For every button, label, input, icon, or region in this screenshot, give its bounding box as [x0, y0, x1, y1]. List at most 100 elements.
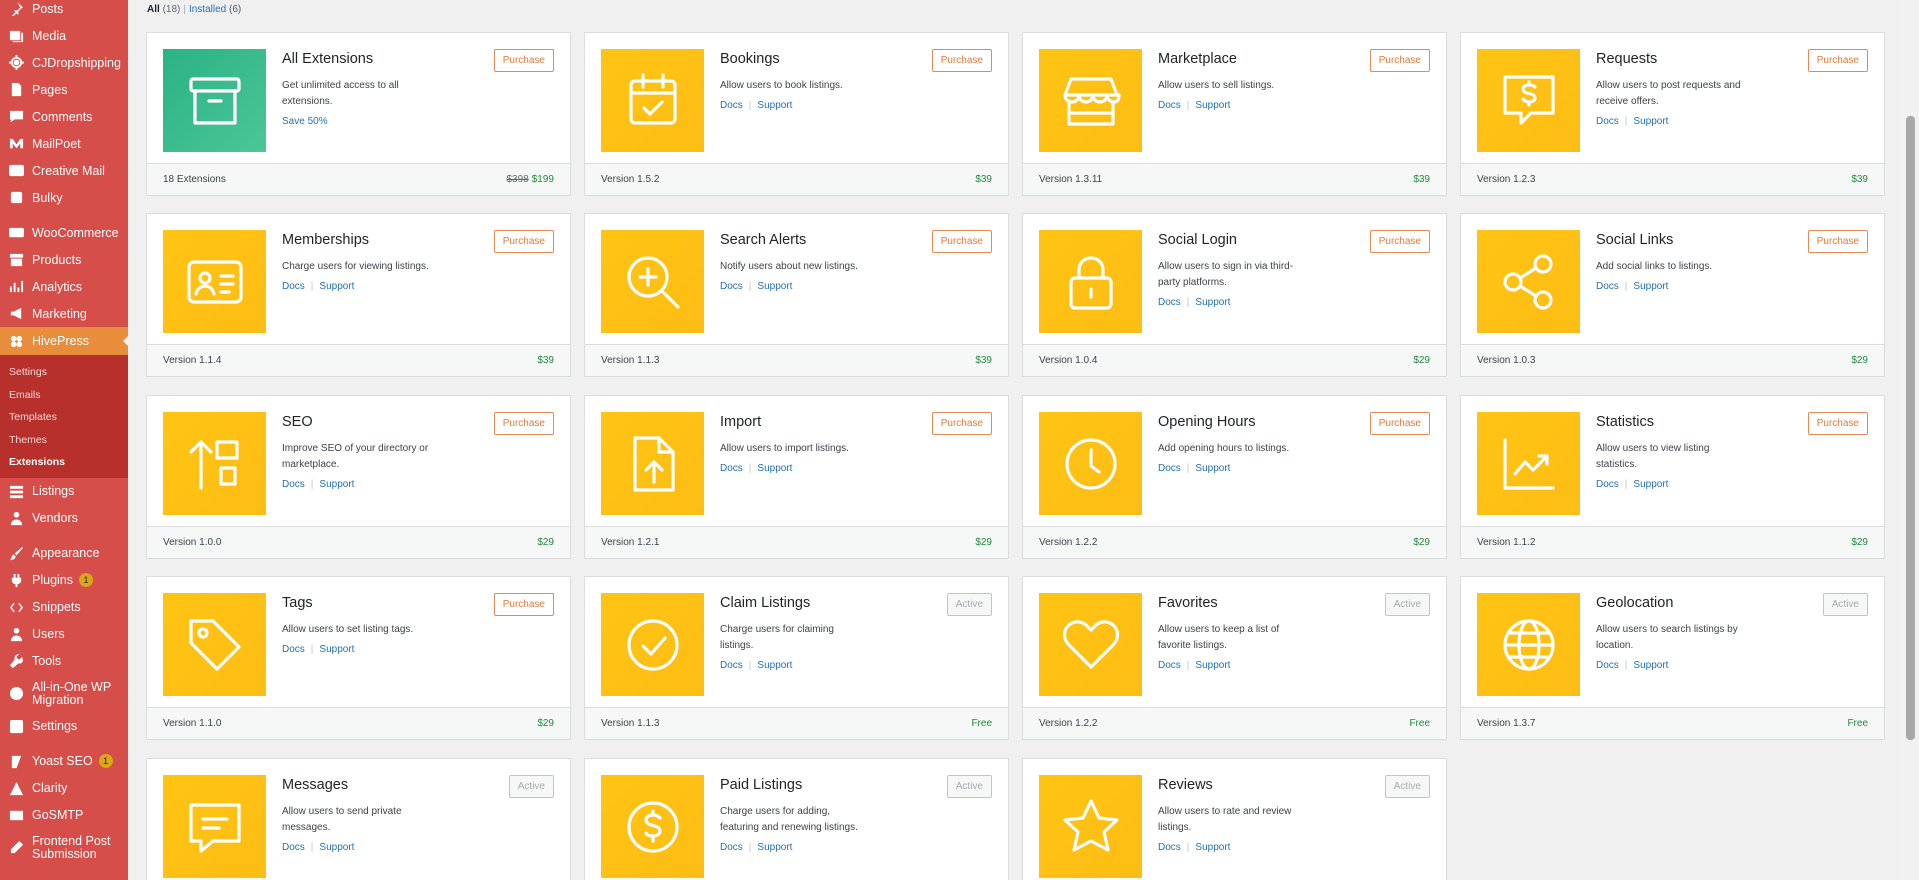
docs-link[interactable]: Docs: [720, 463, 743, 474]
sidebar-item-hivepress[interactable]: HivePress: [0, 327, 128, 355]
purchase-button[interactable]: Purchase: [493, 49, 554, 72]
support-link[interactable]: Support: [1195, 100, 1230, 111]
price-label: $398 $199: [507, 174, 555, 185]
sidebar-item-appearance[interactable]: Appearance: [0, 540, 128, 567]
sidebar-item-snippets[interactable]: Snippets: [0, 594, 128, 621]
submenu-item-templates[interactable]: Templates: [0, 406, 128, 429]
extension-title: Import: [720, 414, 762, 430]
sidebar-item-marketing[interactable]: Marketing: [0, 300, 128, 327]
docs-link[interactable]: Docs: [720, 842, 743, 853]
purchase-button[interactable]: Purchase: [931, 49, 992, 72]
sidebar-item-comments[interactable]: Comments: [0, 103, 128, 130]
docs-link[interactable]: Docs: [1158, 842, 1181, 853]
sidebar-item-clarity[interactable]: Clarity: [0, 775, 128, 802]
docs-link[interactable]: Docs: [282, 644, 305, 655]
purchase-button[interactable]: Purchase: [493, 230, 554, 253]
page-scrollbar[interactable]: [1902, 0, 1919, 880]
sidebar-item-frontend-post-submission[interactable]: Frontend Post Submission: [0, 829, 128, 867]
active-button[interactable]: Active: [946, 593, 992, 616]
support-link[interactable]: Support: [319, 842, 354, 853]
purchase-button[interactable]: Purchase: [931, 230, 992, 253]
docs-link[interactable]: Docs: [1596, 281, 1619, 292]
purchase-button[interactable]: Purchase: [1369, 230, 1430, 253]
support-link[interactable]: Support: [319, 281, 354, 292]
active-button[interactable]: Active: [946, 775, 992, 798]
support-link[interactable]: Support: [757, 463, 792, 474]
scrollbar-thumb[interactable]: [1906, 116, 1915, 740]
purchase-button[interactable]: Purchase: [493, 412, 554, 435]
support-link[interactable]: Support: [1195, 842, 1230, 853]
sidebar-item-users[interactable]: Users: [0, 621, 128, 648]
docs-link[interactable]: Docs: [720, 660, 743, 671]
sidebar-item-mailpoet[interactable]: MailPoet: [0, 130, 128, 157]
support-link[interactable]: Support: [757, 660, 792, 671]
extension-title: Opening Hours: [1158, 414, 1256, 430]
sidebar-item-tools[interactable]: Tools: [0, 648, 128, 675]
submenu-item-settings[interactable]: Settings: [0, 361, 128, 384]
support-link[interactable]: Support: [757, 842, 792, 853]
save-link[interactable]: Save 50%: [282, 116, 328, 127]
active-button[interactable]: Active: [508, 775, 554, 798]
sidebar-item-listings[interactable]: Listings: [0, 478, 128, 505]
support-link[interactable]: Support: [1633, 116, 1668, 127]
docs-link[interactable]: Docs: [1596, 660, 1619, 671]
active-button[interactable]: Active: [1384, 775, 1430, 798]
sidebar-item-pages[interactable]: Pages: [0, 76, 128, 103]
docs-link[interactable]: Docs: [1158, 463, 1181, 474]
support-link[interactable]: Support: [1195, 463, 1230, 474]
support-link[interactable]: Support: [1195, 660, 1230, 671]
sidebar-item-label: Marketing: [32, 306, 87, 321]
sidebar-item-woocommerce[interactable]: WooCommerce: [0, 219, 128, 246]
extension-title: All Extensions: [282, 51, 374, 67]
support-link[interactable]: Support: [1633, 479, 1668, 490]
filter-installed[interactable]: Installed: [189, 4, 226, 15]
sidebar-item-gosmtp[interactable]: GoSMTP: [0, 802, 128, 829]
purchase-button[interactable]: Purchase: [1807, 49, 1868, 72]
purchase-button[interactable]: Purchase: [931, 412, 992, 435]
active-button[interactable]: Active: [1822, 593, 1868, 616]
docs-link[interactable]: Docs: [720, 281, 743, 292]
purchase-button[interactable]: Purchase: [1807, 412, 1868, 435]
sidebar-item-cjdropshipping[interactable]: CJDropshipping: [0, 49, 128, 76]
sidebar-item-creative-mail[interactable]: Creative Mail: [0, 157, 128, 184]
docs-link[interactable]: Docs: [1158, 297, 1181, 308]
sidebar-item-settings[interactable]: Settings: [0, 713, 128, 740]
docs-link[interactable]: Docs: [720, 100, 743, 111]
sidebar-item-media[interactable]: Media: [0, 22, 128, 49]
filter-all[interactable]: All (18): [147, 4, 180, 15]
submenu-item-emails[interactable]: Emails: [0, 384, 128, 407]
update-count-badge: 1: [79, 573, 93, 587]
docs-link[interactable]: Docs: [1596, 116, 1619, 127]
card-footer: Version 1.1.2 $29: [1461, 526, 1884, 558]
submenu-item-extensions[interactable]: Extensions: [0, 451, 128, 474]
docs-link[interactable]: Docs: [282, 842, 305, 853]
support-link[interactable]: Support: [757, 281, 792, 292]
support-link[interactable]: Support: [757, 100, 792, 111]
card-footer: 18 Extensions $398 $199: [147, 163, 570, 195]
docs-link[interactable]: Docs: [282, 479, 305, 490]
sidebar-item-yoast-seo[interactable]: Yoast SEO 1: [0, 748, 128, 775]
sidebar-item-posts[interactable]: Posts: [0, 0, 128, 22]
docs-link[interactable]: Docs: [1158, 660, 1181, 671]
sidebar-item-all-in-one-wp-migration[interactable]: All-in-One WP Migration: [0, 675, 128, 713]
support-link[interactable]: Support: [319, 644, 354, 655]
docs-link[interactable]: Docs: [282, 281, 305, 292]
sidebar-item-plugins[interactable]: Plugins 1: [0, 567, 128, 594]
docs-link[interactable]: Docs: [1158, 100, 1181, 111]
sidebar-item-analytics[interactable]: Analytics: [0, 273, 128, 300]
purchase-button[interactable]: Purchase: [493, 593, 554, 616]
purchase-button[interactable]: Purchase: [1807, 230, 1868, 253]
active-button[interactable]: Active: [1384, 593, 1430, 616]
purchase-button[interactable]: Purchase: [1369, 49, 1430, 72]
sidebar-item-bulky[interactable]: Bulky: [0, 184, 128, 211]
support-link[interactable]: Support: [1195, 297, 1230, 308]
support-link[interactable]: Support: [1633, 660, 1668, 671]
docs-link[interactable]: Docs: [1596, 479, 1619, 490]
submenu-item-themes[interactable]: Themes: [0, 429, 128, 452]
purchase-button[interactable]: Purchase: [1369, 412, 1430, 435]
support-link[interactable]: Support: [319, 479, 354, 490]
extension-links: Docs | Support: [1158, 100, 1230, 111]
support-link[interactable]: Support: [1633, 281, 1668, 292]
sidebar-item-products[interactable]: Products: [0, 246, 128, 273]
sidebar-item-vendors[interactable]: Vendors: [0, 505, 128, 532]
